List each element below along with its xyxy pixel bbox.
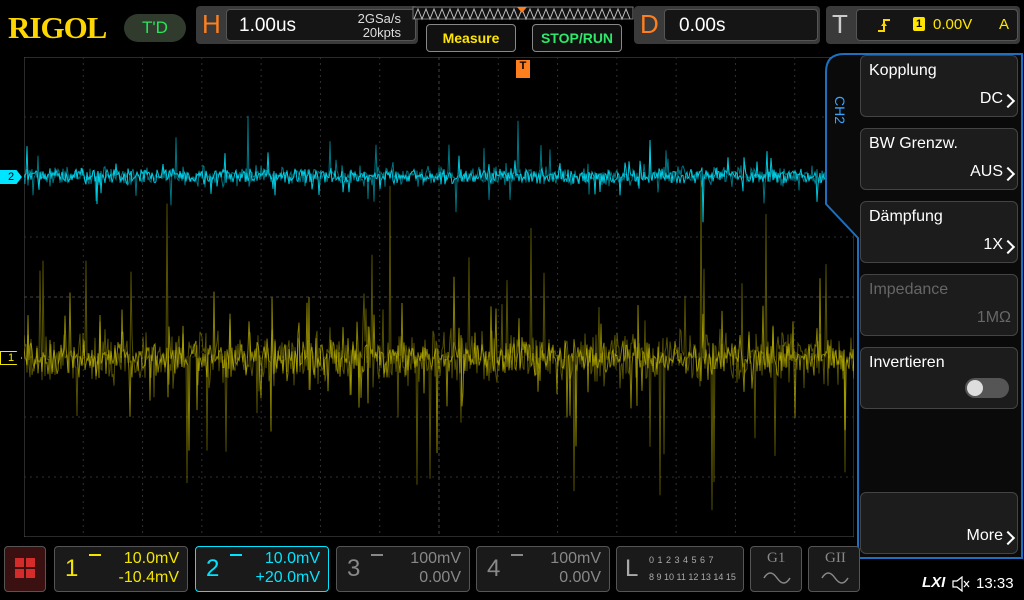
- channel-4-box[interactable]: 4 100mV 0.00V: [476, 546, 610, 592]
- dc-coupling-icon: [511, 554, 523, 562]
- channel-4-scale: 100mV: [550, 550, 601, 567]
- channel-1-number: 1: [65, 555, 79, 582]
- delay-value: 0.00s: [679, 15, 726, 36]
- bw-limit-label: BW Grenzw.: [869, 135, 958, 152]
- brand-logo: RIGOL: [8, 10, 107, 45]
- measure-button[interactable]: Measure: [426, 24, 516, 52]
- channel-1-scale: 10.0mV: [123, 550, 179, 567]
- menu-item-bw-limit[interactable]: BW Grenzw. AUS: [860, 128, 1018, 190]
- channel-3-box[interactable]: 3 100mV 0.00V: [336, 546, 470, 592]
- channel-1-offset: -10.4mV: [118, 569, 179, 586]
- horizontal-letter: H: [202, 9, 221, 39]
- more-label: More: [966, 527, 1003, 544]
- chevron-right-icon: [1000, 93, 1016, 109]
- channel-3-offset: 0.00V: [419, 569, 461, 586]
- mode-pill[interactable]: T'D: [124, 14, 186, 42]
- stop-run-button[interactable]: STOP/RUN: [532, 24, 622, 52]
- menu-item-impedance: Impedance 1MΩ: [860, 274, 1018, 336]
- logic-row-2: 8 9 10 11 12 13 14 15: [649, 572, 736, 582]
- menu-item-attenuation[interactable]: Dämpfung 1X: [860, 201, 1018, 263]
- invert-label: Invertieren: [869, 354, 945, 371]
- waveform-display[interactable]: [24, 57, 854, 537]
- chevron-right-icon: [1000, 530, 1016, 546]
- trigger-letter: T: [832, 9, 848, 39]
- attenuation-label: Dämpfung: [869, 208, 943, 225]
- impedance-label: Impedance: [869, 281, 949, 298]
- invert-toggle[interactable]: [965, 378, 1009, 398]
- horizontal-panel[interactable]: H 1.00us 2GSa/s 20kpts: [196, 6, 418, 44]
- lxi-logo: LXI: [922, 574, 946, 591]
- channel-tab-label: CH2: [832, 96, 848, 125]
- channel-3-number: 3: [347, 555, 361, 582]
- clock: 13:33: [976, 575, 1014, 592]
- impedance-value: 1MΩ: [976, 309, 1011, 326]
- generator-2-label: GII: [825, 550, 846, 566]
- channel-3-scale: 100mV: [410, 550, 461, 567]
- trigger-mode: A: [999, 16, 1010, 33]
- top-bar: RIGOL T'D H 1.00us 2GSa/s 20kpts Measure…: [0, 0, 1024, 56]
- chevron-right-icon: [1000, 166, 1016, 182]
- speaker-muted-icon[interactable]: [952, 576, 970, 592]
- dc-coupling-icon: [89, 554, 101, 562]
- rising-edge-icon: [878, 19, 890, 32]
- sample-rate: 2GSa/s: [357, 11, 401, 26]
- channel-4-number: 4: [487, 555, 501, 582]
- dc-coupling-icon: [371, 554, 383, 562]
- trigger-time-marker[interactable]: T: [516, 60, 530, 78]
- bw-limit-value: AUS: [970, 163, 1003, 180]
- memory-depth: 20kpts: [362, 25, 401, 40]
- logic-row-1: 0 1 2 3 4 5 6 7: [649, 555, 715, 565]
- coupling-label: Kopplung: [869, 62, 937, 79]
- attenuation-value: 1X: [983, 236, 1003, 253]
- logic-analyzer-box[interactable]: L 0 1 2 3 4 5 6 7 8 9 10 11 12 13 14 15: [616, 546, 744, 592]
- channel-4-offset: 0.00V: [559, 569, 601, 586]
- trigger-panel[interactable]: T 1 0.00V A: [826, 6, 1020, 44]
- ch1-level-marker[interactable]: 1: [0, 351, 22, 365]
- menu-item-invert[interactable]: Invertieren: [860, 347, 1018, 409]
- dc-coupling-icon: [230, 554, 242, 562]
- main-menu-button[interactable]: [4, 546, 46, 592]
- menu-item-coupling[interactable]: Kopplung DC: [860, 55, 1018, 117]
- trigger-source: 1: [913, 17, 925, 31]
- chevron-right-icon: [1000, 239, 1016, 255]
- generator-2-button[interactable]: GII: [808, 546, 860, 592]
- sine-wave-icon: [821, 572, 849, 584]
- ch2-level-marker[interactable]: 2: [0, 170, 22, 184]
- delay-panel[interactable]: D 0.00s: [634, 6, 820, 44]
- sine-wave-icon: [763, 572, 791, 584]
- timebase-value: 1.00us: [239, 15, 297, 36]
- generator-1-label: G1: [767, 550, 786, 566]
- channel-2-offset: +20.0mV: [255, 569, 320, 586]
- coupling-value: DC: [979, 90, 1003, 107]
- channel-2-box[interactable]: 2 10.0mV +20.0mV: [195, 546, 329, 592]
- logic-letter: L: [625, 555, 639, 582]
- trigger-level: 0.00V: [933, 16, 973, 33]
- channel-2-number: 2: [206, 555, 220, 582]
- menu-item-more[interactable]: More: [860, 492, 1018, 554]
- delay-letter: D: [640, 9, 659, 39]
- waveform-position-bar[interactable]: [412, 6, 634, 22]
- generator-1-button[interactable]: G1: [750, 546, 802, 592]
- channel-2-scale: 10.0mV: [264, 550, 320, 567]
- channel-1-box[interactable]: 1 10.0mV -10.4mV: [54, 546, 188, 592]
